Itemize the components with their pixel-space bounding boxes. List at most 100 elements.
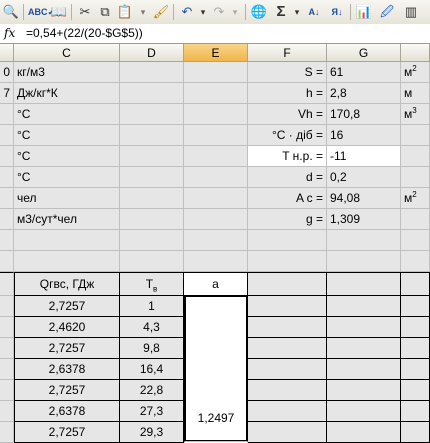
table-row-g[interactable] [327,317,401,338]
cell-c10[interactable] [14,251,120,272]
column-header-e[interactable]: E [184,44,248,62]
table-header-t[interactable]: Tв [120,272,184,296]
table-row-q[interactable]: 2,6378 [14,359,120,380]
cell-h4[interactable] [401,125,430,146]
redo-dropdown-icon[interactable]: ▾ [226,3,244,21]
cell-d5[interactable] [120,146,184,167]
table-row-h[interactable] [401,422,430,443]
sort-ascending-icon[interactable]: А↓ [305,3,323,21]
table-row-g[interactable] [327,401,401,422]
table-row-q[interactable]: 2,7257 [14,338,120,359]
table-row-f[interactable] [248,296,327,317]
cell-b11[interactable] [0,272,14,296]
cell-g1[interactable]: 61 [327,62,401,83]
cell-f8[interactable]: g = [248,209,327,230]
cell-d4[interactable] [120,125,184,146]
cell-b2[interactable]: 7 [0,83,14,104]
table-row-g[interactable] [327,338,401,359]
cell-g3[interactable]: 170,8 [327,104,401,125]
cell-c1[interactable]: кг/м3 [14,62,120,83]
cell-d1[interactable] [120,62,184,83]
table-row-t[interactable]: 27,3 [120,401,184,422]
cell-g4[interactable]: 16 [327,125,401,146]
table-row-t[interactable]: 1 [120,296,184,317]
table-row-h[interactable] [401,380,430,401]
cell-b8[interactable] [0,209,14,230]
table-row-f[interactable] [248,401,327,422]
table-row-g[interactable] [327,422,401,443]
cell-c8[interactable]: м3/сут*чел [14,209,120,230]
table-row-h[interactable] [401,317,430,338]
toolbar-more-icon[interactable]: ▥ [402,3,420,21]
table-header-f[interactable] [248,272,327,296]
cell-f10[interactable] [248,251,327,272]
cell-h7[interactable]: м2 [401,188,430,209]
cell-e7[interactable] [184,188,248,209]
cell-h10[interactable] [401,251,430,272]
cell-d2[interactable] [120,83,184,104]
cell-e8[interactable] [184,209,248,230]
cell-c7[interactable]: чел [14,188,120,209]
table-row-h[interactable] [401,359,430,380]
column-header-c[interactable]: C [14,44,120,62]
cell-e5[interactable] [184,146,248,167]
column-header-h[interactable] [401,44,430,62]
sort-descending-icon[interactable]: Я↓ [328,3,346,21]
copy-icon[interactable]: ⧉ [96,3,114,21]
cell-b1[interactable]: 0 [0,62,14,83]
cell-e2[interactable] [184,83,248,104]
cell-g7[interactable]: 94,08 [327,188,401,209]
table-row-f[interactable] [248,317,327,338]
cell-f1[interactable]: S = [248,62,327,83]
table-row-f[interactable] [248,338,327,359]
cell-h5[interactable] [401,146,430,167]
format-painter-icon[interactable]: 🖌 [152,3,170,21]
table-row-f[interactable] [248,359,327,380]
cell-g5[interactable]: -11 [327,146,401,167]
cell-f9[interactable] [248,230,327,251]
table-row-t[interactable]: 4,3 [120,317,184,338]
table-row-q[interactable]: 2,7257 [14,380,120,401]
cell-g8[interactable]: 1,309 [327,209,401,230]
cell-e10[interactable] [184,251,248,272]
cell-c3[interactable]: °С [14,104,120,125]
table-row-f[interactable] [248,380,327,401]
cell-h8[interactable] [401,209,430,230]
table-row-t[interactable]: 29,3 [120,422,184,443]
cell-h2[interactable]: м [401,83,430,104]
cell-h9[interactable] [401,230,430,251]
print-preview-icon[interactable]: 🔍 [2,3,20,21]
cell-c2[interactable]: Дж/кг*К [14,83,120,104]
row-stub[interactable] [0,296,14,317]
row-stub[interactable] [0,317,14,338]
research-icon[interactable]: 📖 [50,3,68,21]
merged-cell-a[interactable]: 1,2497 [184,296,248,442]
table-row-h[interactable] [401,296,430,317]
cell-d8[interactable] [120,209,184,230]
cell-f5[interactable]: T н.р. = [248,146,327,167]
chart-wizard-icon[interactable]: 📊 [355,3,373,21]
cell-b9[interactable] [0,230,14,251]
cell-d10[interactable] [120,251,184,272]
table-row-f[interactable] [248,422,327,443]
table-header-a[interactable]: a [184,272,248,296]
cell-c4[interactable]: °С [14,125,120,146]
cell-g9[interactable] [327,230,401,251]
cell-h1[interactable]: м2 [401,62,430,83]
table-row-t[interactable]: 9,8 [120,338,184,359]
table-header-h[interactable] [401,272,430,296]
cell-f7[interactable]: A с = [248,188,327,209]
cell-g10[interactable] [327,251,401,272]
table-row-q[interactable]: 2,7257 [14,422,120,443]
table-row-t[interactable]: 22,8 [120,380,184,401]
table-row-q[interactable]: 2,7257 [14,296,120,317]
table-row-g[interactable] [327,380,401,401]
hyperlink-icon[interactable]: 🌐 [250,3,268,21]
cell-b4[interactable] [0,125,14,146]
cell-e9[interactable] [184,230,248,251]
cell-b10[interactable] [0,251,14,272]
row-stub[interactable] [0,338,14,359]
drawing-icon[interactable]: 🖉 [378,3,396,21]
table-row-g[interactable] [327,359,401,380]
fx-icon[interactable]: fx [4,26,15,40]
